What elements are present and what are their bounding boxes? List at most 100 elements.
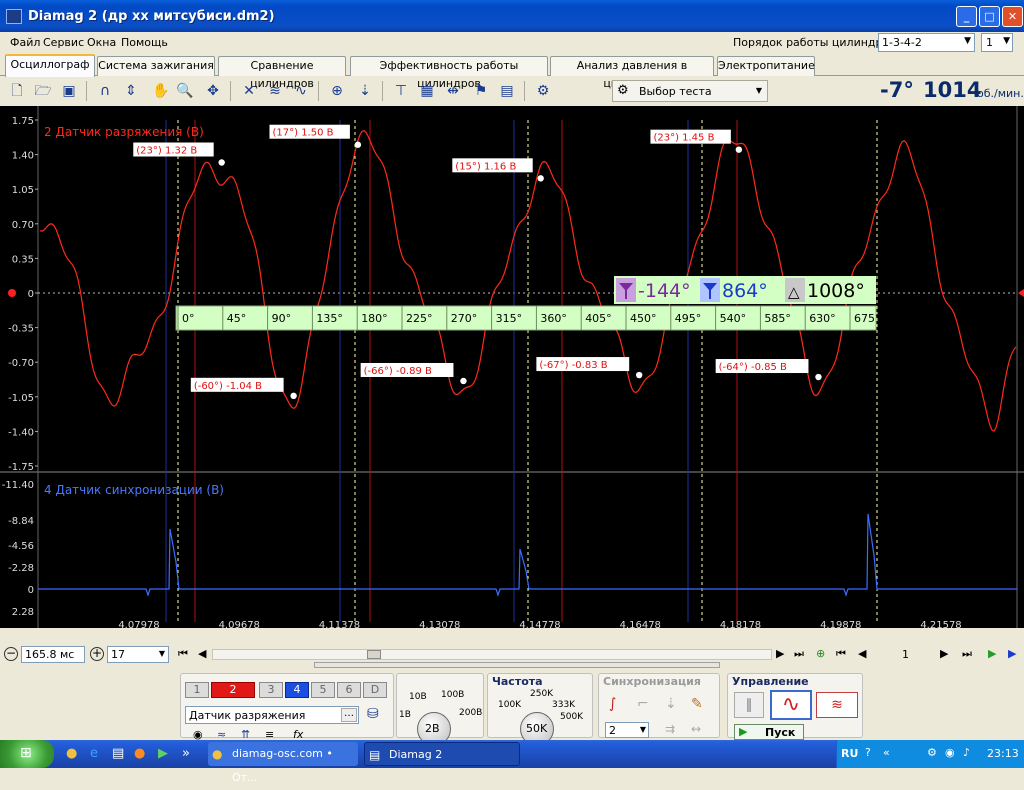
close-button[interactable]: ✕	[1002, 6, 1023, 27]
media-icon[interactable]: ▶	[158, 746, 168, 761]
single-wave-button[interactable]: ∿	[770, 690, 812, 720]
tab-cylinder-pressure[interactable]: Анализ давления в цилиндре	[550, 56, 714, 90]
sync-offset-icon[interactable]: ↔	[691, 722, 701, 736]
open-folder-icon[interactable]: 🗁	[32, 80, 54, 102]
falling-edge-icon[interactable]: ⌐	[637, 696, 649, 712]
tab-cylinder-efficiency[interactable]: Эффективность работы цилиндров	[350, 56, 548, 90]
channel-1-button[interactable]: 1	[185, 682, 209, 698]
channel-4-button[interactable]: 4	[285, 682, 309, 698]
measure-tool-icon[interactable]: ⇕	[120, 80, 142, 102]
tab-cylinder-compare[interactable]: Сравнение цилиндров	[218, 56, 346, 90]
oscilloscope-display[interactable]: 1.75 1.40 1.05 0.70 0.35 0 -0.35 -0.70 -1.05 -1.4…	[0, 106, 1024, 628]
wave-math-icon[interactable]: ✕	[238, 80, 260, 102]
quicklaunch-expand-icon[interactable]: »	[182, 746, 190, 761]
voltage-10v[interactable]: 10В	[409, 692, 427, 702]
test-select-dropdown[interactable]: ⚙ Выбор теста ▼	[612, 80, 768, 102]
skip-end-icon[interactable]: ⏭	[794, 647, 804, 661]
frequency-100k[interactable]: 100K	[498, 700, 521, 710]
tab-oscilloscope[interactable]: Осциллограф	[5, 54, 95, 77]
voltage-200v[interactable]: 200В	[459, 708, 482, 718]
channel-2-button[interactable]: 2	[211, 682, 255, 698]
hand-tool-icon[interactable]: ✋	[150, 80, 172, 102]
auto-settings-icon[interactable]: ⚙	[532, 80, 554, 102]
marker-flag-icon[interactable]: ⚑	[470, 80, 492, 102]
zoom-in-icon[interactable]: +	[90, 647, 104, 661]
time-div-field[interactable]: 165.8 мс	[21, 646, 85, 663]
diamag-icon[interactable]: ▤	[112, 746, 124, 761]
play-icon[interactable]: ▶	[988, 647, 996, 660]
grid-icon[interactable]: ▦	[416, 80, 438, 102]
level-down-icon[interactable]: ⇣	[665, 696, 677, 712]
step-forward-icon[interactable]: ▶	[776, 647, 784, 660]
multi-wave-button[interactable]: ≋	[816, 692, 858, 718]
security-icon[interactable]: ◉	[945, 746, 955, 759]
channel-3-button[interactable]: 3	[259, 682, 283, 698]
channel-d-button[interactable]: D	[363, 682, 387, 698]
step-back-icon[interactable]: ◀	[198, 647, 206, 660]
maximize-button[interactable]: □	[979, 6, 1000, 27]
minimize-button[interactable]: _	[956, 6, 977, 27]
sensor-connect-icon[interactable]: ⛁	[367, 706, 379, 722]
page-last-icon[interactable]: ⏭	[962, 647, 972, 661]
taskbar-item-diamag[interactable]: ▤ Diamag 2	[364, 742, 520, 766]
wave-filter-icon[interactable]: ∿	[290, 80, 312, 102]
volume-icon[interactable]: ♪	[963, 746, 970, 759]
page-first-icon[interactable]: ⏮	[836, 647, 846, 661]
help-icon[interactable]: ?	[865, 746, 871, 759]
count-select[interactable]: 17 ▼	[107, 646, 169, 663]
voltage-100v[interactable]: 100В	[441, 690, 464, 700]
angle-scale-label: 675°	[854, 312, 881, 325]
page-prev-icon[interactable]: ◀	[858, 647, 866, 660]
language-indicator[interactable]: RU	[841, 747, 858, 760]
ie-icon[interactable]: e	[90, 746, 98, 761]
save-icon[interactable]: ▣	[58, 80, 80, 102]
menu-help[interactable]: Помощь	[121, 36, 168, 49]
auto-scale-icon[interactable]: ⊕	[326, 80, 348, 102]
waveform-svg: 1.75 1.40 1.05 0.70 0.35 0 -0.35 -0.70 -1.05 -1.4…	[0, 106, 1024, 628]
channel-6-button[interactable]: 6	[337, 682, 361, 698]
scrollbar-thumb[interactable]	[367, 650, 381, 659]
sensor-name-field[interactable]: Датчик разряжения …	[185, 706, 359, 724]
play-all-icon[interactable]: ▶	[1008, 647, 1016, 660]
voltage-1v[interactable]: 1В	[399, 710, 411, 720]
network-icon[interactable]: ⚙	[927, 746, 937, 759]
cursor-lines-icon[interactable]: ⇹	[442, 80, 464, 102]
chevron-down-icon: ▼	[755, 86, 762, 95]
cursor-tool-icon[interactable]: ∩	[94, 80, 116, 102]
skip-start-icon[interactable]: ⏮	[178, 647, 188, 661]
trigger-icon[interactable]: ⊤	[390, 80, 412, 102]
tab-ignition[interactable]: Система зажигания	[97, 56, 215, 76]
frequency-500k[interactable]: 500K	[560, 712, 583, 722]
menu-windows[interactable]: Окна	[87, 36, 116, 49]
sync-level-icon[interactable]: ⇉	[665, 722, 675, 736]
menu-file[interactable]: Файл	[10, 36, 40, 49]
run-button[interactable]: ▶ Пуск	[734, 724, 804, 740]
channel-5-button[interactable]: 5	[311, 682, 335, 698]
horizontal-scrollbar[interactable]	[212, 649, 772, 660]
zero-offset-icon[interactable]: ⇣	[354, 80, 376, 102]
tune-icon[interactable]: ✥	[202, 80, 224, 102]
wave-overlay-icon[interactable]: ≋	[264, 80, 286, 102]
pause-button[interactable]: ∥	[734, 692, 764, 718]
browse-button[interactable]: …	[341, 708, 357, 722]
new-file-icon[interactable]: 🗋	[6, 80, 28, 102]
firing-order-select[interactable]: 1-3-4-2 ▼	[878, 33, 975, 52]
frequency-333k[interactable]: 333K	[552, 700, 575, 710]
notes-icon[interactable]: ▤	[496, 80, 518, 102]
zoom-out-icon[interactable]: −	[4, 647, 18, 661]
start-button[interactable]: ⊞	[0, 740, 54, 768]
chrome-icon[interactable]: ●	[66, 746, 77, 761]
menu-service[interactable]: Сервис	[43, 36, 84, 49]
frequency-250k[interactable]: 250K	[530, 689, 553, 699]
page-next-icon[interactable]: ▶	[940, 647, 948, 660]
cylinder-select[interactable]: 1 ▼	[981, 33, 1013, 52]
firefox-icon[interactable]: ●	[134, 746, 145, 761]
tab-power-supply[interactable]: Электропитание	[717, 56, 815, 76]
taskbar-item-browser[interactable]: ● diamag-osc.com • От...	[208, 742, 358, 784]
tray-expand-icon[interactable]: «	[883, 746, 890, 759]
sync-channel-select[interactable]: 2 ▼	[605, 722, 649, 738]
add-page-icon[interactable]: ⊕	[816, 647, 825, 660]
zoom-icon[interactable]: 🔍	[174, 80, 196, 102]
sync-auto-icon[interactable]: ✎	[691, 696, 703, 712]
rising-edge-icon[interactable]: ∫	[609, 696, 616, 712]
